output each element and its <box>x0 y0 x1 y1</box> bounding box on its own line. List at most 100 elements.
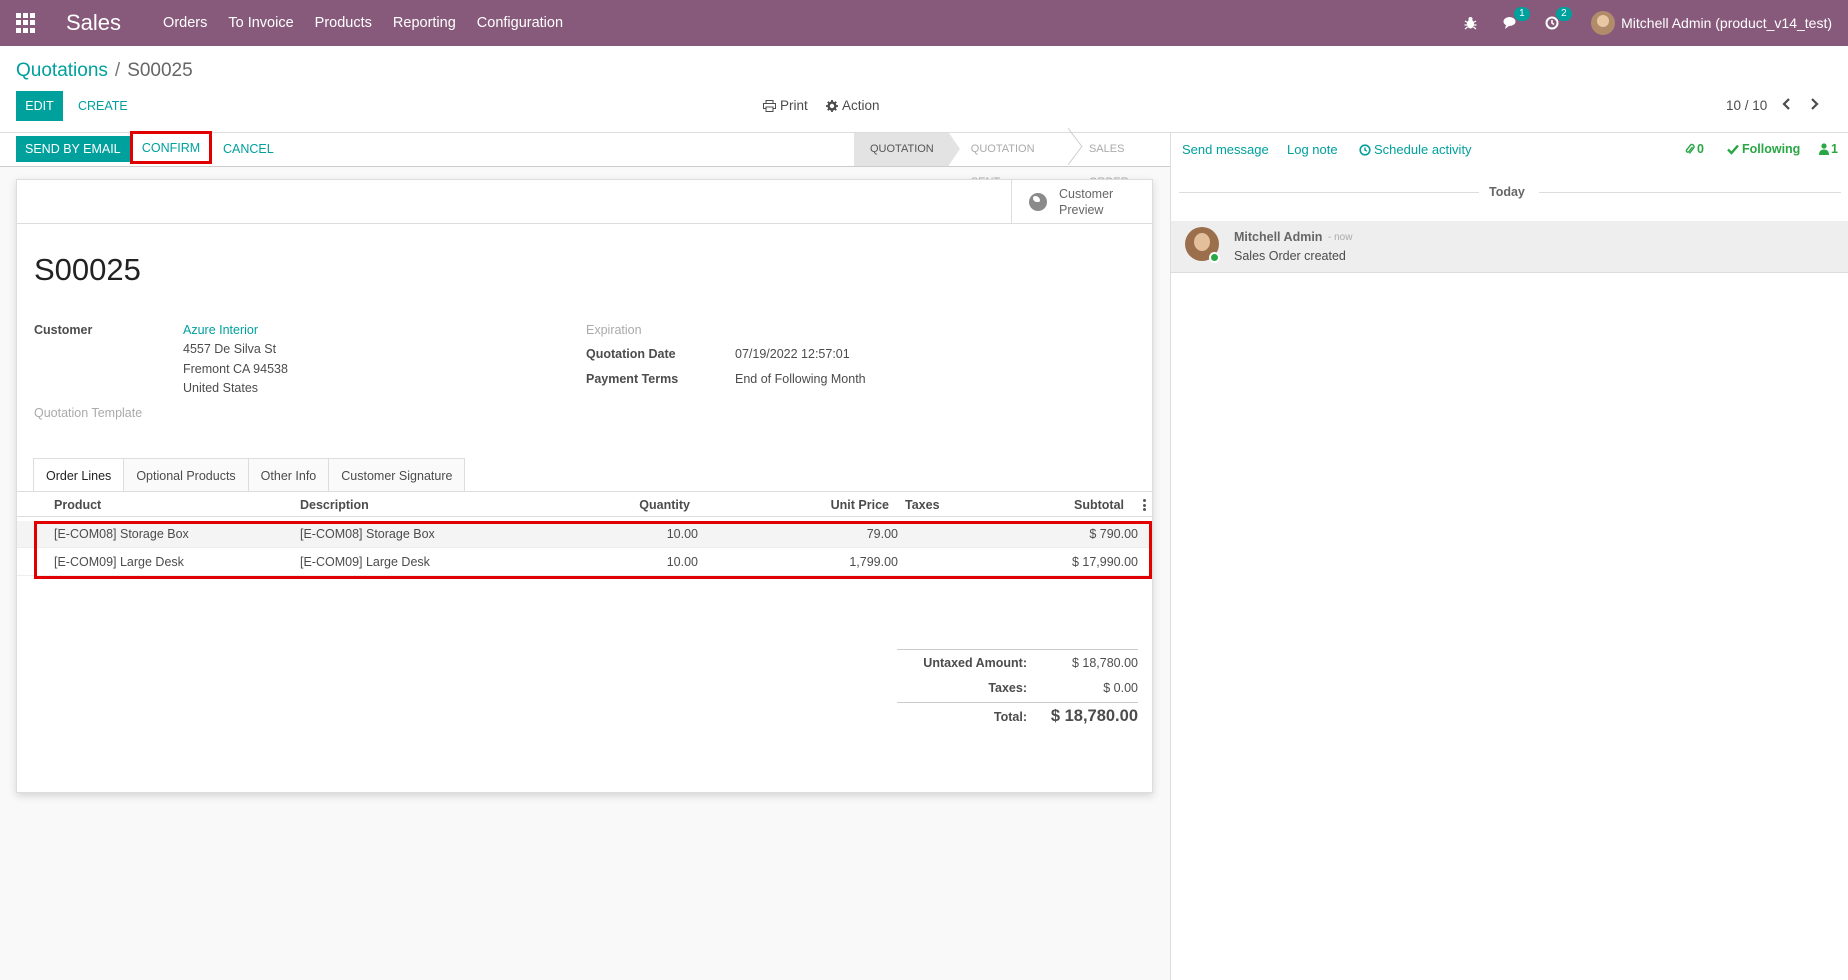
taxes-value: $ 0.00 <box>1103 681 1138 695</box>
menu-item-to-invoice[interactable]: To Invoice <box>228 15 293 31</box>
customer-preview-label: Customer Preview <box>1059 186 1113 218</box>
tab-optional-products[interactable]: Optional Products <box>123 458 249 492</box>
log-note-button[interactable]: Log note <box>1287 142 1338 157</box>
row-unit-price: 79.00 <box>866 527 898 541</box>
pager-previous-icon[interactable] <box>1782 95 1792 116</box>
pager-next-icon[interactable] <box>1809 95 1819 116</box>
send-message-button[interactable]: Send message <box>1182 142 1269 157</box>
globe-icon <box>1029 193 1047 211</box>
form-sheet: Customer Preview S00025 Customer Azure I… <box>16 179 1153 793</box>
user-icon <box>1819 143 1829 155</box>
column-unit-price[interactable]: Unit Price <box>757 498 889 512</box>
check-icon <box>1727 144 1739 155</box>
chatter-panel: Send message Log note Schedule activity … <box>1170 133 1848 980</box>
confirm-button[interactable]: CONFIRM <box>130 131 212 164</box>
optional-columns-icon[interactable] <box>1143 499 1146 511</box>
menu-item-products[interactable]: Products <box>315 15 372 31</box>
clock-icon[interactable]: 2 <box>1545 7 1572 30</box>
action-dropdown[interactable]: Action <box>826 98 880 113</box>
edit-button[interactable]: EDIT <box>16 91 63 121</box>
apps-menu-icon[interactable] <box>16 13 36 33</box>
column-product[interactable]: Product <box>54 498 101 512</box>
main-menu: Orders To Invoice Products Reporting Con… <box>163 15 584 31</box>
bug-icon[interactable] <box>1464 16 1477 30</box>
table-row[interactable]: [E-COM09] Large Desk [E-COM09] Large Des… <box>17 549 1152 576</box>
column-taxes[interactable]: Taxes <box>905 498 940 512</box>
breadcrumb-separator: / <box>114 60 121 81</box>
quotation-date-label: Quotation Date <box>586 347 676 361</box>
avatar <box>1591 11 1616 35</box>
status-stages: QUOTATION QUOTATION SENT SALES ORDER <box>854 133 1170 188</box>
paperclip-icon <box>1685 143 1695 154</box>
schedule-activity-label: Schedule activity <box>1374 142 1472 157</box>
app-brand[interactable]: Sales <box>66 10 121 36</box>
column-description[interactable]: Description <box>300 498 369 512</box>
total-label: Total: <box>993 710 1027 724</box>
navbar-systray: 1 2 Mitchell Admin (product_v14_test) <box>1438 7 1832 35</box>
column-quantity[interactable]: Quantity <box>577 498 690 512</box>
pager-value[interactable]: 10 / 10 <box>1726 98 1767 113</box>
menu-item-configuration[interactable]: Configuration <box>477 15 563 31</box>
message-time: - now <box>1328 232 1353 243</box>
button-box: Customer Preview <box>17 180 1152 224</box>
following-button[interactable]: Following <box>1727 142 1800 156</box>
menu-item-orders[interactable]: Orders <box>163 15 207 31</box>
column-subtotal[interactable]: Subtotal <box>1017 498 1124 512</box>
date-separator: Today <box>1171 185 1848 199</box>
row-subtotal: $ 17,990.00 <box>1071 555 1138 569</box>
customer-address-line1: 4557 De Silva St <box>183 342 277 356</box>
clock-icon <box>1359 143 1371 156</box>
row-quantity: 10.00 <box>666 527 698 541</box>
totals-divider <box>897 702 1138 703</box>
attachments-button[interactable]: 0 <box>1685 142 1704 156</box>
customer-preview-button[interactable]: Customer Preview <box>1011 180 1152 224</box>
quotation-date-value: 07/19/2022 12:57:01 <box>735 347 850 361</box>
preview-label-line1: Customer <box>1059 187 1114 201</box>
stage-quotation[interactable]: QUOTATION <box>854 133 960 166</box>
user-menu[interactable]: Mitchell Admin (product_v14_test) <box>1591 11 1832 35</box>
print-dropdown[interactable]: Print <box>763 98 808 113</box>
tab-order-lines[interactable]: Order Lines <box>33 458 125 492</box>
form-statusbar: SEND BY EMAIL CONFIRM CANCEL QUOTATION Q… <box>0 131 1170 188</box>
breadcrumb-quotations[interactable]: Quotations <box>16 60 108 81</box>
order-lines-header: Product Description Quantity Unit Price … <box>17 492 1152 517</box>
tab-other-info[interactable]: Other Info <box>247 458 330 492</box>
cancel-button[interactable]: CANCEL <box>216 136 281 162</box>
tab-customer-signature[interactable]: Customer Signature <box>328 458 466 492</box>
control-panel: Quotations / S00025 EDIT CREATE Print Acti… <box>0 46 1848 133</box>
table-row[interactable]: [E-COM08] Storage Box [E-COM08] Storage … <box>17 521 1152 548</box>
user-name: Mitchell Admin (product_v14_test) <box>1621 15 1832 31</box>
customer-label: Customer <box>34 323 93 337</box>
message-author[interactable]: Mitchell Admin <box>1234 230 1322 244</box>
row-description: [E-COM09] Large Desk <box>300 555 430 569</box>
action-label: Action <box>842 98 880 113</box>
row-product: [E-COM08] Storage Box <box>54 527 189 541</box>
payment-terms-label: Payment Terms <box>586 372 679 386</box>
customer-link[interactable]: Azure Interior <box>183 323 258 337</box>
create-button[interactable]: CREATE <box>72 91 134 121</box>
chat-icon[interactable]: 1 <box>1503 7 1530 30</box>
messages-badge: 1 <box>1514 7 1530 21</box>
stage-quotation-sent[interactable]: QUOTATION SENT <box>949 133 1067 188</box>
expiration-label: Expiration <box>586 323 642 337</box>
preview-label-line2: Preview <box>1059 203 1104 217</box>
totals-divider <box>897 649 1138 650</box>
followers-button[interactable]: 1 <box>1819 142 1838 156</box>
customer-address-line3: United States <box>183 381 259 395</box>
online-status-icon <box>1209 252 1220 263</box>
notebook-tabs: Order Lines Optional Products Other Info… <box>33 458 466 492</box>
page-title: S00025 <box>34 252 141 287</box>
total-value: $ 18,780.00 <box>1050 707 1138 725</box>
row-description: [E-COM08] Storage Box <box>300 527 435 541</box>
schedule-activity-button[interactable]: Schedule activity <box>1359 142 1472 157</box>
message-body: Sales Order created <box>1234 249 1346 263</box>
menu-item-reporting[interactable]: Reporting <box>393 15 456 31</box>
chatter-message: Mitchell Admin - now Sales Order created <box>1171 221 1848 273</box>
row-quantity: 10.00 <box>666 555 698 569</box>
breadcrumb: Quotations / S00025 <box>16 60 193 82</box>
send-by-email-button[interactable]: SEND BY EMAIL <box>16 136 130 162</box>
payment-terms-value: End of Following Month <box>735 372 866 386</box>
breadcrumb-current: S00025 <box>127 60 193 81</box>
stage-sales-order[interactable]: SALES ORDER <box>1067 133 1170 188</box>
row-unit-price: 1,799.00 <box>849 555 898 569</box>
